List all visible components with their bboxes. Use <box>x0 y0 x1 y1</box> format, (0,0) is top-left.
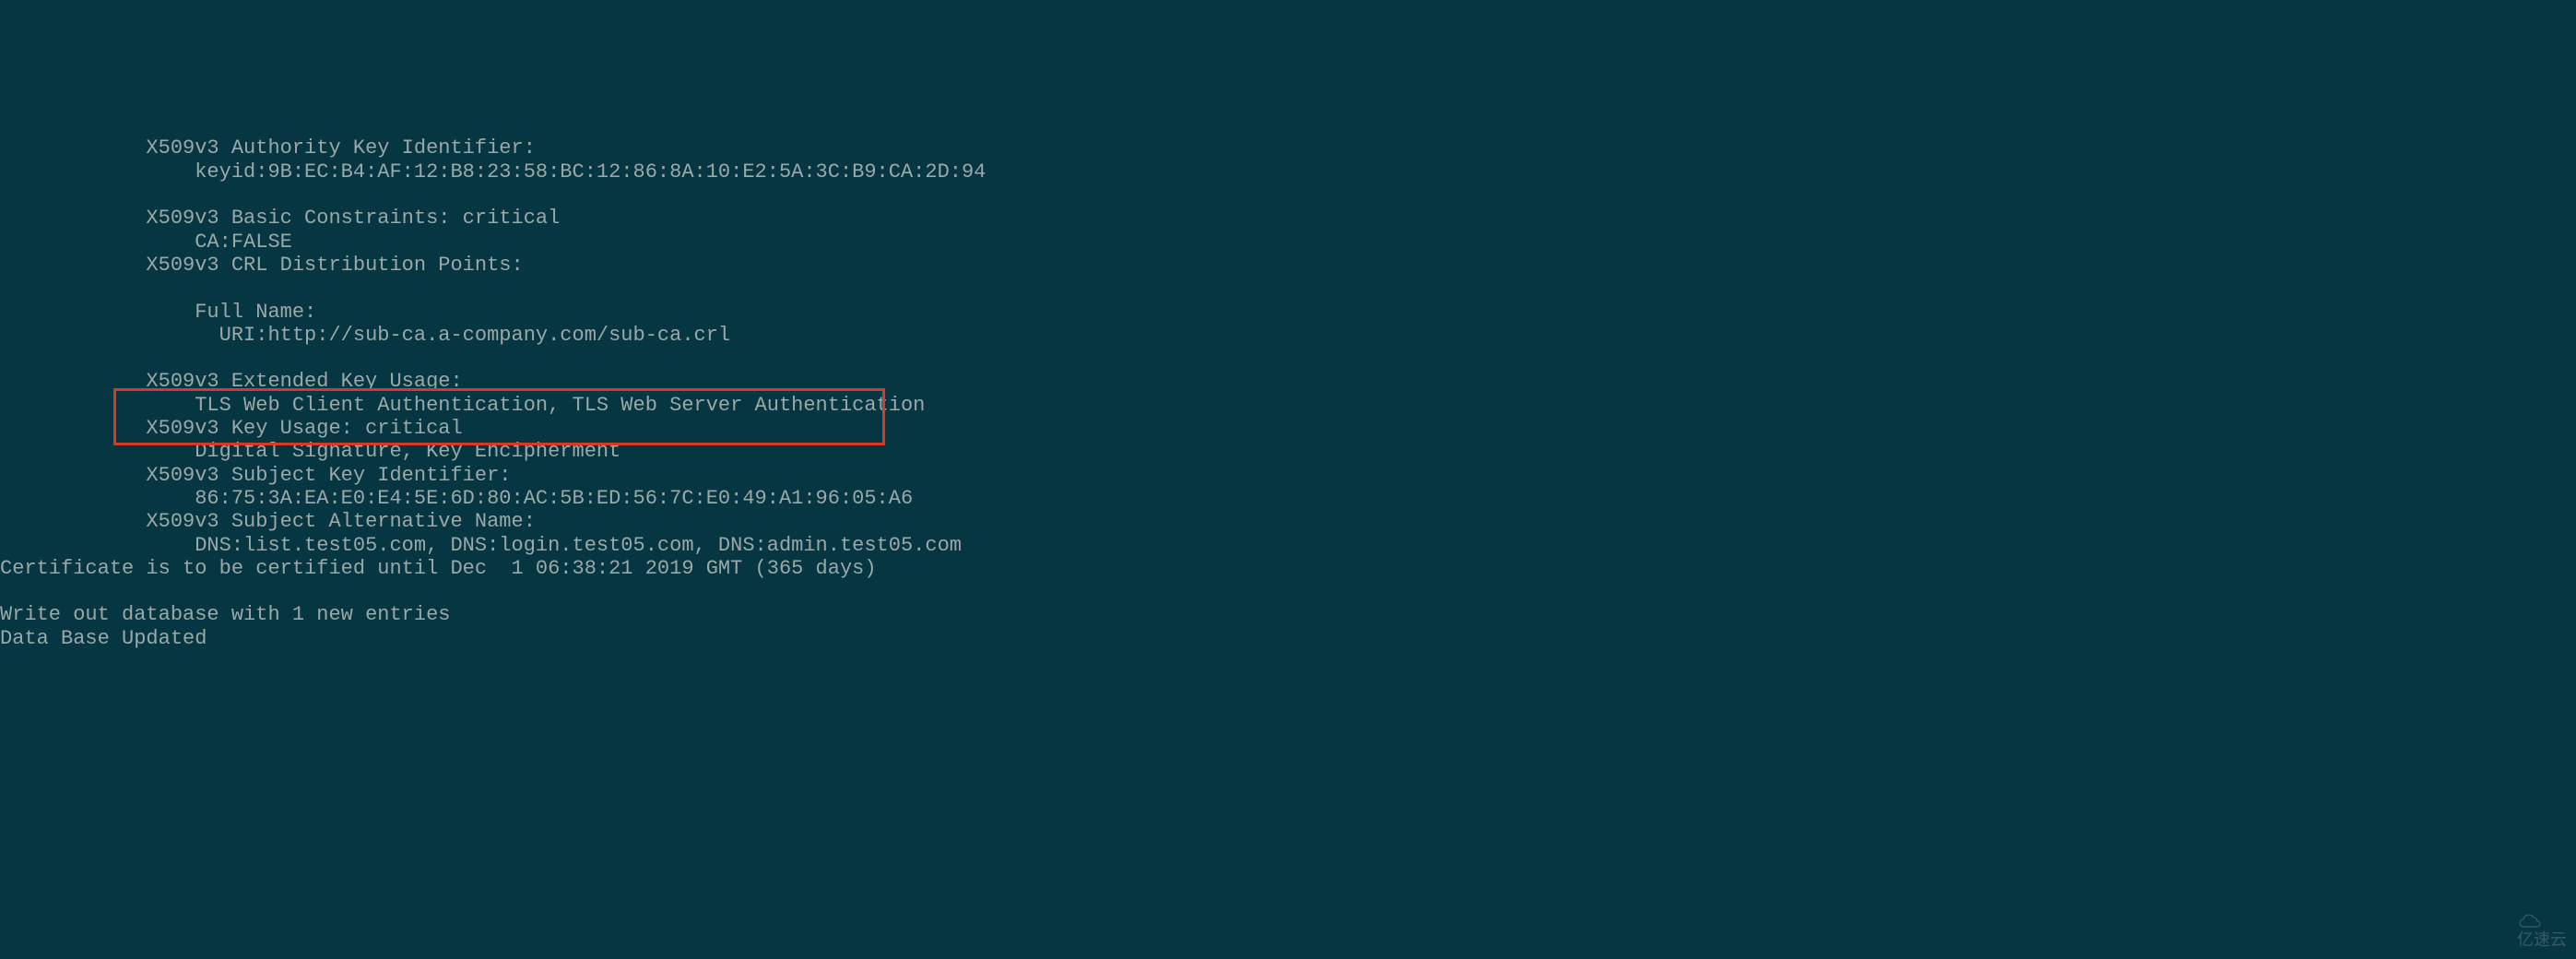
cert-basic-constraints-label: X509v3 Basic Constraints: critical <box>0 207 560 230</box>
cert-basic-constraints-value: CA:FALSE <box>0 231 292 254</box>
watermark-text: 亿速云 <box>2517 930 2567 949</box>
db-write-line: Write out database with 1 new entries <box>0 603 450 626</box>
cert-san-value: DNS:list.test05.com, DNS:login.test05.co… <box>0 534 962 557</box>
cert-subject-key-id-label: X509v3 Subject Key Identifier: <box>0 464 524 487</box>
cert-ext-key-usage-label: X509v3 Extended Key Usage: <box>0 370 475 393</box>
cloud-icon <box>2517 914 2543 930</box>
db-updated-line: Data Base Updated <box>0 627 207 650</box>
cert-ext-key-usage-value: TLS Web Client Authentication, TLS Web S… <box>0 394 925 417</box>
cert-crl-dist-points-label: X509v3 CRL Distribution Points: <box>0 254 536 277</box>
cert-key-usage-value: Digital Signature, Key Encipherment <box>0 440 620 463</box>
cert-subject-key-id-value: 86:75:3A:EA:E0:E4:5E:6D:80:AC:5B:ED:56:7… <box>0 487 913 510</box>
cert-crl-fullname-label: Full Name: <box>0 301 316 324</box>
cert-crl-uri-value: URI:http://sub-ca.a-company.com/sub-ca.c… <box>0 324 730 347</box>
cert-auth-key-id-label: X509v3 Authority Key Identifier: <box>0 136 548 160</box>
cert-validity-line: Certificate is to be certified until Dec… <box>0 557 877 580</box>
cert-san-label: X509v3 Subject Alternative Name: <box>0 510 548 533</box>
terminal-output: X509v3 Authority Key Identifier: keyid:9… <box>0 93 2576 650</box>
watermark: 亿速云 <box>2508 893 2567 950</box>
cert-key-usage-label: X509v3 Key Usage: critical <box>0 417 463 440</box>
cert-auth-key-id-value: keyid:9B:EC:B4:AF:12:B8:23:58:BC:12:86:8… <box>0 160 986 184</box>
